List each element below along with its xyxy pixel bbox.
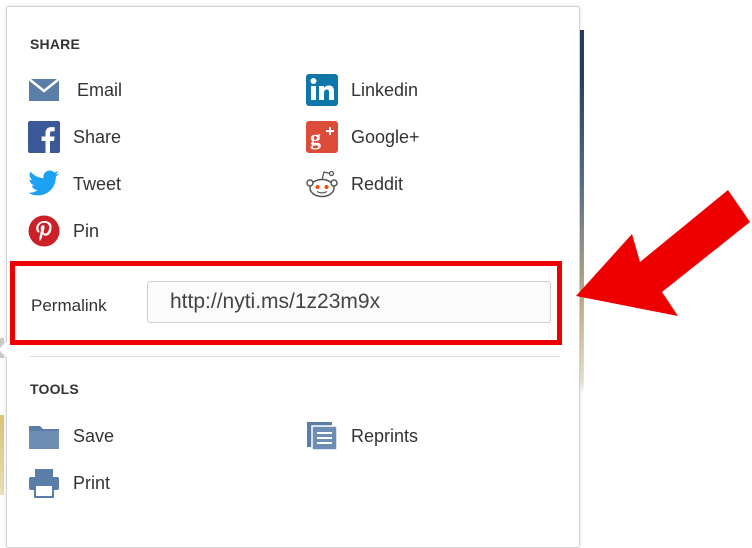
annotation-arrow-icon — [576, 190, 750, 316]
share-twitter-button[interactable]: Tweet — [27, 167, 121, 201]
linkedin-icon — [305, 73, 339, 107]
share-reddit-label: Reddit — [351, 173, 404, 194]
share-section-title: SHARE — [30, 36, 81, 52]
share-tools-panel: SHARE Email Linkedin Share g Google+ Twe… — [0, 6, 580, 548]
share-googleplus-button[interactable]: g Google+ — [305, 120, 420, 154]
save-button[interactable]: Save — [27, 419, 114, 453]
tools-section-title: TOOLS — [30, 381, 79, 397]
share-reddit-button[interactable]: Reddit — [305, 167, 403, 201]
background-strip — [0, 415, 4, 495]
share-linkedin-button[interactable]: Linkedin — [305, 73, 418, 107]
print-label: Print — [73, 472, 111, 493]
share-facebook-button[interactable]: Share — [27, 120, 121, 154]
google-plus-icon: g — [305, 120, 339, 154]
reddit-icon — [305, 167, 339, 201]
share-pinterest-label: Pin — [73, 220, 100, 241]
share-twitter-label: Tweet — [73, 173, 122, 194]
reprints-button[interactable]: Reprints — [305, 419, 418, 453]
share-facebook-label: Share — [73, 126, 122, 147]
share-linkedin-label: Linkedin — [351, 79, 419, 100]
printer-icon — [27, 466, 61, 500]
pinterest-icon — [27, 214, 61, 248]
save-label: Save — [73, 425, 115, 446]
share-email-label: Email — [77, 79, 123, 100]
permalink-input[interactable] — [147, 281, 551, 323]
reprints-icon — [305, 419, 339, 453]
section-divider — [30, 356, 560, 357]
share-pinterest-button[interactable]: Pin — [27, 214, 99, 248]
folder-icon — [27, 419, 61, 453]
share-email-button[interactable]: Email — [27, 73, 122, 107]
permalink-label: Permalink — [31, 296, 107, 315]
share-googleplus-label: Google+ — [351, 126, 420, 147]
reprints-label: Reprints — [351, 425, 419, 446]
envelope-icon — [27, 73, 61, 107]
print-button[interactable]: Print — [27, 466, 110, 500]
facebook-icon — [27, 120, 61, 154]
svg-text:g: g — [310, 125, 321, 150]
twitter-icon — [27, 167, 61, 201]
